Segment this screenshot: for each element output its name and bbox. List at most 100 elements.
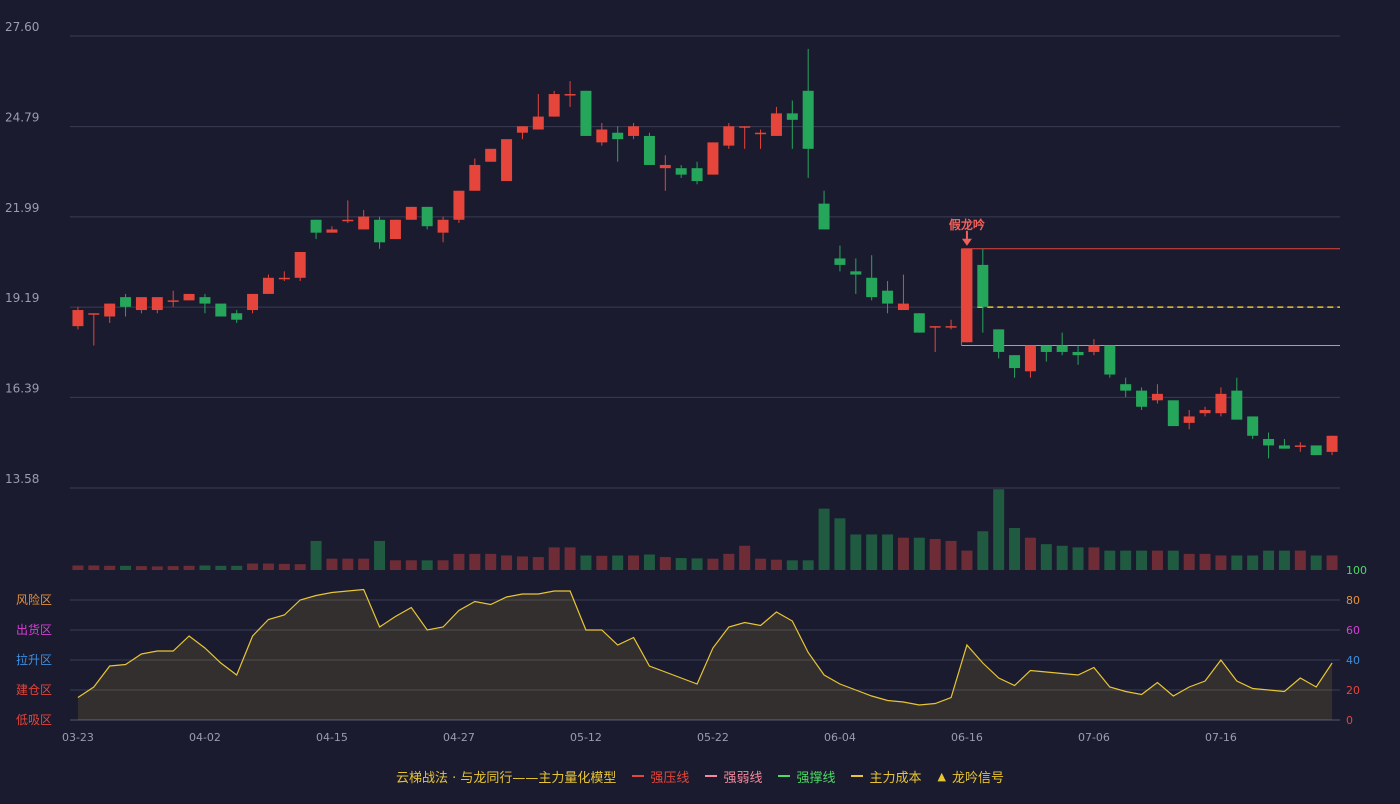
volume-bar — [723, 553, 735, 570]
volume-bar — [755, 558, 767, 570]
volume-bar — [262, 563, 274, 570]
candle-body — [1326, 435, 1338, 452]
candle-body — [199, 297, 211, 304]
volume-bar — [120, 565, 132, 570]
volume-bar — [675, 558, 687, 570]
candle-body — [755, 132, 767, 135]
x-tick-label: 07-06 — [1078, 731, 1110, 744]
candle-body — [532, 116, 544, 130]
volume-bar — [897, 537, 909, 570]
volume-bar — [786, 560, 798, 570]
candle-body — [897, 303, 909, 311]
candle-body — [437, 219, 449, 233]
zone-label: 拉升区 — [16, 652, 52, 667]
volume-bar — [1231, 555, 1243, 570]
candle-body — [580, 90, 592, 136]
candle-body — [231, 313, 243, 320]
candle-body — [72, 310, 84, 327]
volume-bar — [342, 558, 354, 570]
volume-bar — [1056, 545, 1068, 570]
candle-body — [628, 126, 640, 136]
volume-bar — [1072, 547, 1084, 570]
x-tick-label: 06-16 — [951, 731, 983, 744]
volume-bar — [72, 565, 84, 570]
volume-bar — [1009, 528, 1021, 570]
zone-label: 建仓区 — [16, 683, 52, 697]
candle-body — [389, 219, 401, 240]
volume-bar — [993, 489, 1005, 570]
legend-label: 强压线 — [650, 770, 690, 786]
candle-body — [834, 258, 846, 265]
candle-body — [294, 252, 306, 278]
volume-bar — [183, 565, 195, 570]
oscillator-tick-label: 20 — [1346, 684, 1360, 697]
candle-body — [1056, 345, 1068, 352]
volume-bar — [1263, 550, 1275, 570]
volume-bar — [1326, 555, 1338, 570]
chart-stage: 27.60 24.79 21.99 19.19 16.39 13.58 假龙吟 风险区 出货区拉… — [0, 0, 1400, 800]
volume-bar — [278, 563, 290, 570]
volume-bar — [453, 553, 465, 570]
candle-body — [929, 326, 941, 328]
legend-marker: ▲ — [937, 769, 946, 783]
candle-body — [1088, 345, 1100, 352]
candle-body — [453, 190, 465, 220]
candle-body — [1294, 445, 1306, 447]
oscillator-tick-label: 80 — [1346, 594, 1360, 607]
volume-bar — [961, 550, 973, 570]
volume-bar — [358, 558, 370, 570]
signal-label: 假龙吟 — [949, 217, 985, 232]
x-tick-label: 04-15 — [316, 731, 348, 744]
candle-body — [374, 219, 386, 243]
volume-bar — [135, 566, 147, 570]
volume-bar — [1310, 555, 1322, 570]
signal-arrow — [961, 238, 972, 246]
candle-body — [135, 297, 147, 311]
volume-bar — [691, 558, 703, 570]
volume-bar — [913, 537, 925, 570]
volume-bar — [945, 540, 957, 570]
volume-bar — [1167, 550, 1179, 570]
legend-item: 主力成本 — [851, 767, 921, 786]
candle-body — [151, 297, 163, 311]
candle-body — [707, 142, 719, 175]
candle-body — [501, 139, 513, 182]
candle-body — [421, 206, 433, 227]
candle-body — [866, 277, 878, 298]
x-tick-label: 04-27 — [443, 731, 475, 744]
candle-body — [516, 126, 528, 133]
candle-body — [326, 229, 338, 233]
candle-body — [1136, 390, 1148, 407]
candle-body — [913, 313, 925, 333]
volume-bar — [405, 560, 417, 570]
volume-bar — [548, 547, 560, 570]
candle-body — [1120, 384, 1132, 391]
volume-bar — [532, 557, 544, 570]
price-tick-label: 21.99 — [5, 201, 39, 215]
volume-bar — [247, 563, 259, 570]
volume-bar — [501, 555, 513, 570]
volume-bar — [215, 565, 227, 570]
legend-marker — [632, 775, 645, 777]
candle-body — [215, 303, 227, 317]
price-tick-label: 24.79 — [5, 111, 39, 125]
legend-label: 龙吟信号 — [951, 770, 1004, 786]
volume-bar — [88, 565, 100, 570]
legend-item: 强弱线 — [705, 767, 762, 786]
volume-bar — [707, 558, 719, 570]
candle-body — [977, 264, 989, 307]
legend-item: 云梯战法 · 与龙同行——主力量化模型 — [396, 767, 616, 786]
candle-body — [596, 129, 608, 143]
volume-bar — [1278, 550, 1290, 570]
volume-bar — [1136, 550, 1148, 570]
volume-bar — [437, 560, 449, 570]
zone-label: 风险区 — [16, 592, 52, 607]
volume-bar — [231, 565, 243, 570]
volume-bar — [485, 553, 497, 570]
legend-label: 强弱线 — [723, 770, 763, 786]
price-tick-label: 27.60 — [5, 20, 39, 34]
volume-bar — [882, 534, 894, 570]
candle-body — [183, 293, 195, 301]
volume-bar — [977, 531, 989, 570]
legend-item: ▲ 龙吟信号 — [937, 767, 1003, 786]
